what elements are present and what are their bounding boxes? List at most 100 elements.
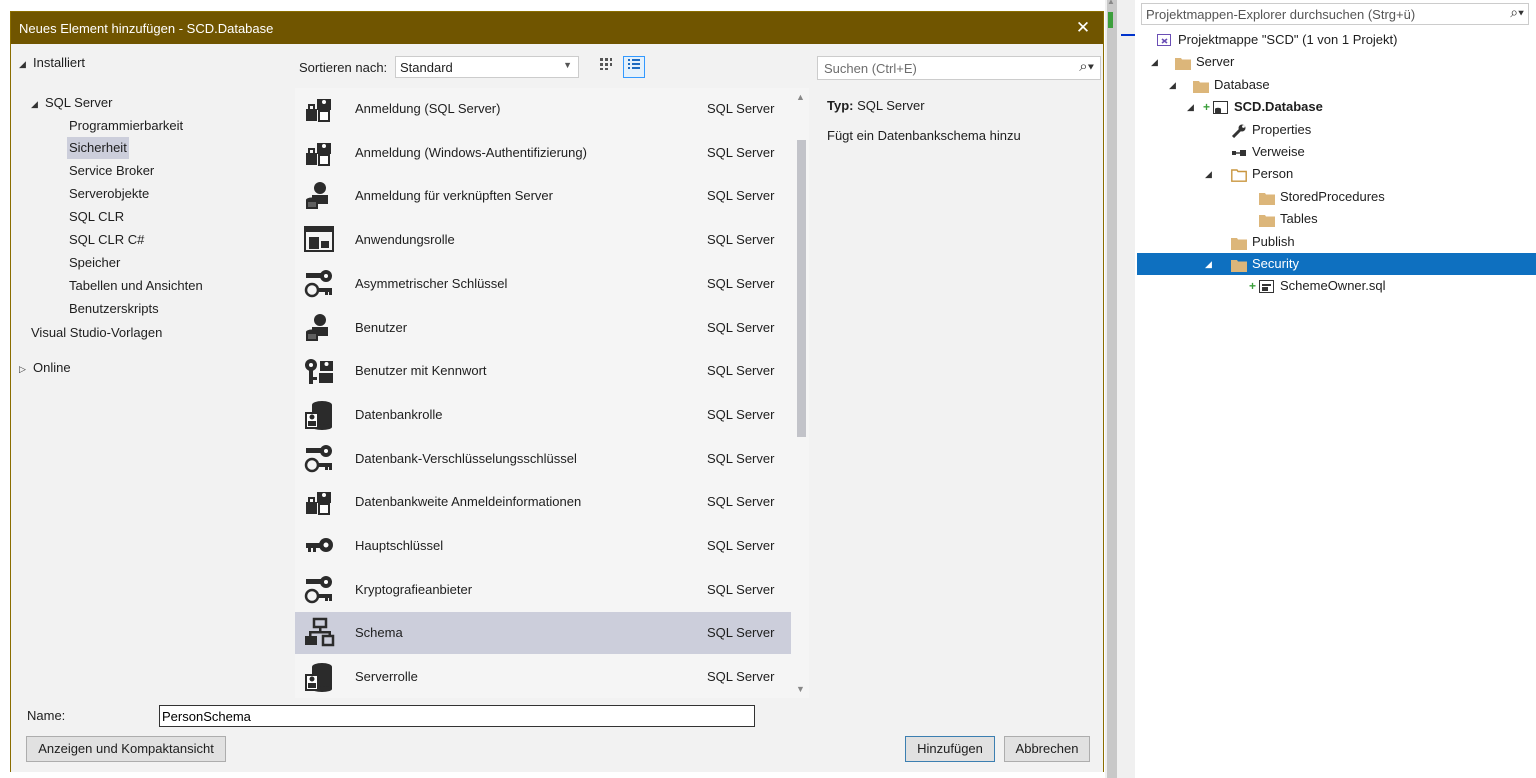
compact-view-button[interactable]: Anzeigen und Kompaktansicht [26, 736, 226, 762]
grid-view-icon[interactable] [595, 56, 617, 78]
folder-open-icon [1231, 167, 1247, 183]
template-item[interactable]: Schema SQL Server [295, 612, 791, 655]
template-item[interactable]: Datenbankweite Anmeldeinformationen SQL S… [295, 481, 791, 523]
category-service-broker[interactable]: Service Broker [11, 160, 339, 182]
template-item-name: Datenbankrolle [355, 406, 443, 422]
category-benutzerskripts[interactable]: Benutzerskripts [11, 298, 339, 320]
template-list-scrollbar[interactable]: ▲ ▼ [793, 88, 809, 698]
template-item[interactable]: Datenbank-Verschlüsselungsschlüssel SQL S… [295, 438, 791, 480]
category-speicher[interactable]: Speicher [11, 252, 339, 274]
solution-search-input[interactable]: Projektmappen-Explorer durchsuchen (Strg… [1141, 3, 1529, 25]
solution-item-label: Properties [1252, 121, 1312, 137]
category-label: SQL CLR C# [69, 232, 145, 247]
template-item-type: SQL Server [707, 232, 775, 248]
keys-icon [303, 574, 335, 606]
solution-item-label: StoredProcedures [1280, 188, 1385, 204]
template-item[interactable]: Hauptschlüssel SQL Server [295, 525, 791, 567]
template-item[interactable]: Kryptografieanbieter SQL Server [295, 569, 791, 611]
solution-item-storedprocedures[interactable]: StoredProcedures [1137, 186, 1536, 208]
expanded-arrow-icon[interactable]: ◢ [1205, 253, 1212, 275]
template-details: Typ: SQL Server Fügt ein Datenbankschema… [827, 98, 1097, 143]
cancel-button[interactable]: Abbrechen [1004, 736, 1090, 762]
solution-icon [1157, 33, 1173, 46]
solution-item-schemeowner-sql[interactable]: + SchemeOwner.sql [1137, 275, 1536, 297]
expanded-arrow-icon[interactable]: ◢ [1205, 163, 1212, 185]
collapsed-arrow-icon[interactable]: ▷ [19, 358, 33, 380]
template-item-type: SQL Server [707, 406, 775, 422]
template-item-type: SQL Server [707, 538, 775, 553]
editor-scrollbar[interactable] [1107, 0, 1117, 778]
template-item-type: SQL Server [707, 319, 775, 335]
sort-dropdown[interactable]: Standard ▼ [395, 56, 579, 78]
folder-icon [1175, 55, 1191, 71]
expanded-arrow-icon[interactable]: ◢ [1169, 74, 1176, 96]
category-sql-server[interactable]: ◢ SQL Server [11, 92, 301, 114]
category-programmierbarkeit[interactable]: Programmierbarkeit [11, 115, 339, 137]
category-tree: ◢ Installiert ◢ SQL Server Programmierbarkei… [11, 52, 293, 697]
db-role-icon [303, 661, 335, 693]
template-item[interactable]: Benutzer SQL Server [295, 307, 791, 349]
template-item-name: Asymmetrischer Schlüssel [355, 275, 508, 291]
solution-item-projektmappe-scd-1-von-1-projekt[interactable]: Projektmappe "SCD" (1 von 1 Projekt) [1137, 29, 1536, 51]
solution-item-person[interactable]: ◢ Person [1137, 163, 1536, 185]
category-label: Online [33, 360, 71, 375]
change-marker [1108, 12, 1113, 28]
wrench-icon [1231, 123, 1247, 138]
template-item[interactable]: Anwendungsrolle SQL Server [295, 219, 791, 261]
category-online[interactable]: ▷ Online [11, 357, 289, 379]
solution-item-scd-database[interactable]: ◢ + SCD.Database [1137, 96, 1536, 118]
category-serverobjekte[interactable]: Serverobjekte [11, 183, 339, 205]
template-item[interactable]: Datenbankrolle SQL Server [295, 394, 791, 436]
solution-item-publish[interactable]: Publish [1137, 231, 1536, 253]
template-item[interactable]: Benutzer mit Kennwort SQL Server [295, 350, 791, 392]
expanded-arrow-icon[interactable]: ◢ [1151, 51, 1158, 73]
category-installiert[interactable]: ◢ Installiert [11, 52, 289, 74]
scroll-up-icon[interactable]: ▲ [796, 92, 805, 102]
category-label: Serverobjekte [69, 186, 150, 201]
search-icon[interactable]: ⌕▾ [1510, 4, 1524, 21]
list-view-icon[interactable] [623, 56, 645, 78]
dialog-titlebar: Neues Element hinzufügen - SCD.Database … [11, 12, 1103, 44]
template-item[interactable]: Asymmetrischer Schlüssel SQL Server [295, 263, 791, 305]
scrollbar-thumb[interactable] [797, 140, 806, 437]
user-db-icon [303, 180, 335, 212]
keys-icon [303, 443, 335, 475]
add-button[interactable]: Hinzufügen [905, 736, 995, 762]
chevron-down-icon: ▼ [563, 60, 572, 70]
category-sql-clr[interactable]: SQL CLR [11, 206, 339, 228]
solution-item-verweise[interactable]: Verweise [1137, 141, 1536, 163]
template-item[interactable]: Anmeldung (SQL Server) SQL Server [295, 88, 791, 130]
template-search-input[interactable]: Suchen (Ctrl+E) ⌕▾ [817, 56, 1101, 80]
search-icon[interactable]: ⌕▾ [1079, 58, 1094, 75]
sort-label: Sortieren nach: [299, 60, 388, 75]
template-item[interactable]: Anmeldung für verknüpften Server SQL Serv… [295, 175, 791, 217]
solution-item-database[interactable]: ◢ Database [1137, 74, 1536, 96]
solution-item-server[interactable]: ◢ Server [1137, 51, 1536, 73]
category-sicherheit[interactable]: Sicherheit [67, 137, 129, 159]
solution-item-label: Database [1214, 76, 1270, 92]
template-item-name: Anwendungsrolle [355, 232, 455, 248]
close-icon[interactable]: ✕ [1069, 15, 1097, 41]
template-item-name: Anmeldung für verknüpften Server [355, 188, 553, 204]
category-sql-clr-c-[interactable]: SQL CLR C# [11, 229, 339, 251]
solution-item-tables[interactable]: Tables [1137, 208, 1536, 230]
expanded-arrow-icon[interactable]: ◢ [19, 53, 33, 75]
solution-item-properties[interactable]: Properties [1137, 119, 1536, 141]
template-item-type: SQL Server [707, 669, 775, 685]
template-item-type: SQL Server [707, 450, 775, 466]
template-item[interactable]: Serverrolle SQL Server [295, 656, 791, 698]
scroll-down-icon[interactable]: ▼ [796, 684, 805, 694]
template-item[interactable]: Anmeldung (Windows-Authentifizierung) SQL… [295, 132, 791, 174]
expanded-arrow-icon[interactable]: ◢ [31, 93, 45, 115]
scroll-up-icon[interactable]: ▲ [1105, 0, 1117, 6]
solution-item-label: Person [1252, 166, 1294, 182]
solution-item-label: Server [1196, 54, 1235, 70]
category-tabellen-und-ansichten[interactable]: Tabellen und Ansichten [11, 275, 339, 297]
expanded-arrow-icon[interactable]: ◢ [1187, 96, 1194, 118]
solution-item-security[interactable]: ◢ Security [1137, 253, 1536, 275]
template-item-type: SQL Server [707, 144, 775, 160]
solution-item-label: Publish [1252, 233, 1295, 249]
name-input[interactable] [159, 705, 755, 727]
category-label: Installiert [33, 55, 86, 70]
category-visual-studio-vorlagen[interactable]: Visual Studio-Vorlagen [11, 322, 301, 344]
